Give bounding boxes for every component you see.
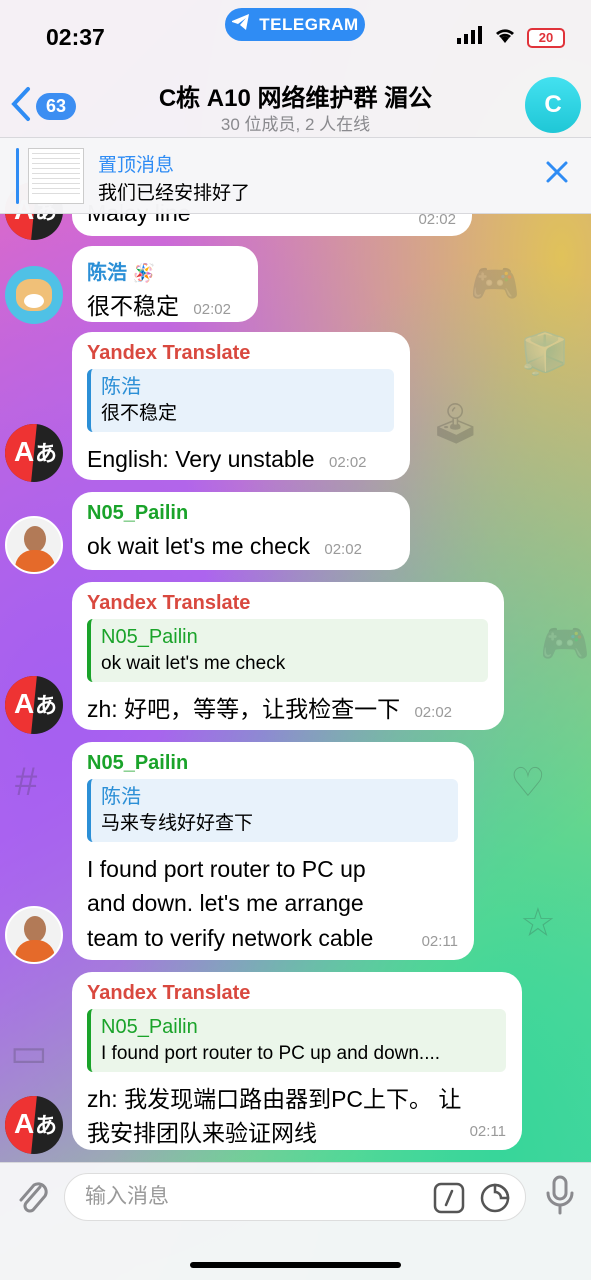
message-bubble[interactable]: 陈浩 🪅 很不稳定 02:02	[72, 246, 258, 322]
message-bubble[interactable]: Yandex Translate N05_Pailin I found port…	[72, 972, 522, 1150]
chat-title[interactable]: C栋 A10 网络维护群 湄公	[0, 78, 591, 113]
sender-name: N05_Pailin	[87, 502, 189, 524]
chat-subtitle: 30 位成员, 2 人在线	[220, 115, 371, 134]
signal-icon	[457, 26, 483, 49]
close-icon	[546, 161, 568, 183]
avatar[interactable]: Aあ	[5, 424, 63, 482]
console-doodle-icon: ▭	[10, 1031, 48, 1075]
message-time: 02:02	[324, 541, 362, 558]
message-time: 02:02	[193, 301, 231, 318]
telegram-pill-label: TELEGRAM	[259, 14, 359, 34]
quote-sender: 陈浩	[101, 786, 141, 808]
status-time: 02:37	[46, 24, 105, 50]
message-input-placeholder: 输入消息	[85, 1185, 169, 1208]
sender-name: 陈浩 🪅	[87, 262, 155, 284]
heart-doodle-icon: ♡	[510, 761, 546, 805]
pinned-indicator-overlay	[16, 148, 19, 204]
controller-doodle-icon: 🎮	[540, 622, 590, 666]
message-text: English: Very unstable	[87, 445, 315, 472]
quote-text: I found port router to PC up and down...…	[101, 1043, 441, 1064]
quote-sender: N05_Pailin	[101, 1016, 198, 1038]
message-text: I found port router to PC up and down. l…	[87, 855, 374, 951]
pinned-text-overlay: 我们已经安排好了	[98, 183, 251, 204]
slash-command-icon	[433, 1182, 465, 1214]
message-time: 02:11	[421, 933, 458, 950]
star-doodle-icon: ☆	[520, 901, 556, 945]
home-indicator	[190, 1262, 401, 1268]
avatar[interactable]: Aあ	[5, 676, 63, 734]
quote-sender: N05_Pailin	[101, 626, 198, 648]
message-bubble[interactable]: N05_Pailin ok wait let's me check 02:02	[72, 492, 410, 570]
message-time: 02:11	[469, 1123, 506, 1140]
message-time: 02:02	[414, 703, 453, 721]
sticker-icon	[480, 1183, 510, 1213]
commands-button[interactable]	[433, 1182, 465, 1231]
avatar[interactable]	[5, 906, 63, 964]
quote-text: ok wait let's me check	[101, 653, 286, 674]
message-time: 02:02	[328, 453, 367, 471]
pinned-title-overlay: 置顶消息	[98, 155, 175, 176]
message-text: zh: 好吧，等等，让我检查一下	[87, 695, 401, 722]
quote-sender: 陈浩	[101, 376, 141, 398]
close-pinned-button-overlay[interactable]	[545, 160, 569, 190]
message-bubble[interactable]: N05_Pailin 陈浩 马来专线好好查下 I found port rout…	[72, 742, 474, 960]
quote-text: 马来专线好好查下	[101, 813, 254, 834]
microphone-icon	[546, 1175, 574, 1215]
pinned-overlay[interactable]: 置顶消息 我们已经安排好了	[0, 138, 591, 214]
message-bubble[interactable]: Yandex Translate N05_Pailin ok wait let'…	[72, 582, 504, 730]
chat-header: 02:37 TELEGRAM 20 63 C栋 A10 网络维护群 湄公 30 …	[0, 0, 591, 138]
message-text: zh: 我发现端口路由器到PC上下。 让我安排团队来验证网线	[87, 1085, 462, 1147]
sender-name: Yandex Translate	[87, 342, 251, 364]
reply-quote[interactable]: 陈浩 马来专线好好查下	[87, 779, 458, 842]
avatar[interactable]	[5, 516, 63, 574]
cube-doodle-icon: 🧊	[520, 332, 570, 376]
pinned-thumbnail-overlay	[28, 148, 84, 204]
sender-name: N05_Pailin	[87, 752, 189, 774]
sender-name: Yandex Translate	[87, 982, 251, 1004]
telegram-pill[interactable]: TELEGRAM	[225, 8, 365, 41]
message-bubble[interactable]: Yandex Translate 陈浩 很不稳定 English: Very u…	[72, 332, 410, 480]
battery-indicator: 20	[527, 27, 565, 48]
voice-record-button[interactable]	[545, 1175, 575, 1220]
avatar[interactable]	[5, 266, 63, 324]
gamepad-doodle-icon: 🎮	[470, 262, 520, 306]
reply-quote[interactable]: 陈浩 很不稳定	[87, 369, 394, 432]
group-avatar[interactable]: C	[525, 77, 581, 133]
message-input[interactable]: 输入消息	[64, 1173, 526, 1221]
attach-button[interactable]	[14, 1177, 50, 1222]
avatar[interactable]: Aあ	[5, 1096, 63, 1154]
sender-name: Yandex Translate	[87, 592, 251, 614]
message-text: 很不稳定	[87, 293, 179, 319]
joystick-doodle-icon: 🕹	[430, 402, 481, 446]
quote-text: 很不稳定	[101, 403, 178, 424]
status-indicators: 20	[457, 26, 565, 49]
message-text: ok wait let's me check	[87, 533, 310, 559]
sticker-button[interactable]	[479, 1182, 511, 1231]
telegram-plane-icon	[231, 13, 251, 36]
reply-quote[interactable]: N05_Pailin I found port router to PC up …	[87, 1009, 506, 1072]
reply-quote[interactable]: N05_Pailin ok wait let's me check	[87, 619, 488, 682]
paperclip-icon	[19, 1182, 48, 1213]
wifi-icon	[493, 26, 517, 49]
badge-emoji-icon: 🪅	[132, 263, 155, 283]
tictactoe-doodle-icon: #	[15, 760, 38, 804]
